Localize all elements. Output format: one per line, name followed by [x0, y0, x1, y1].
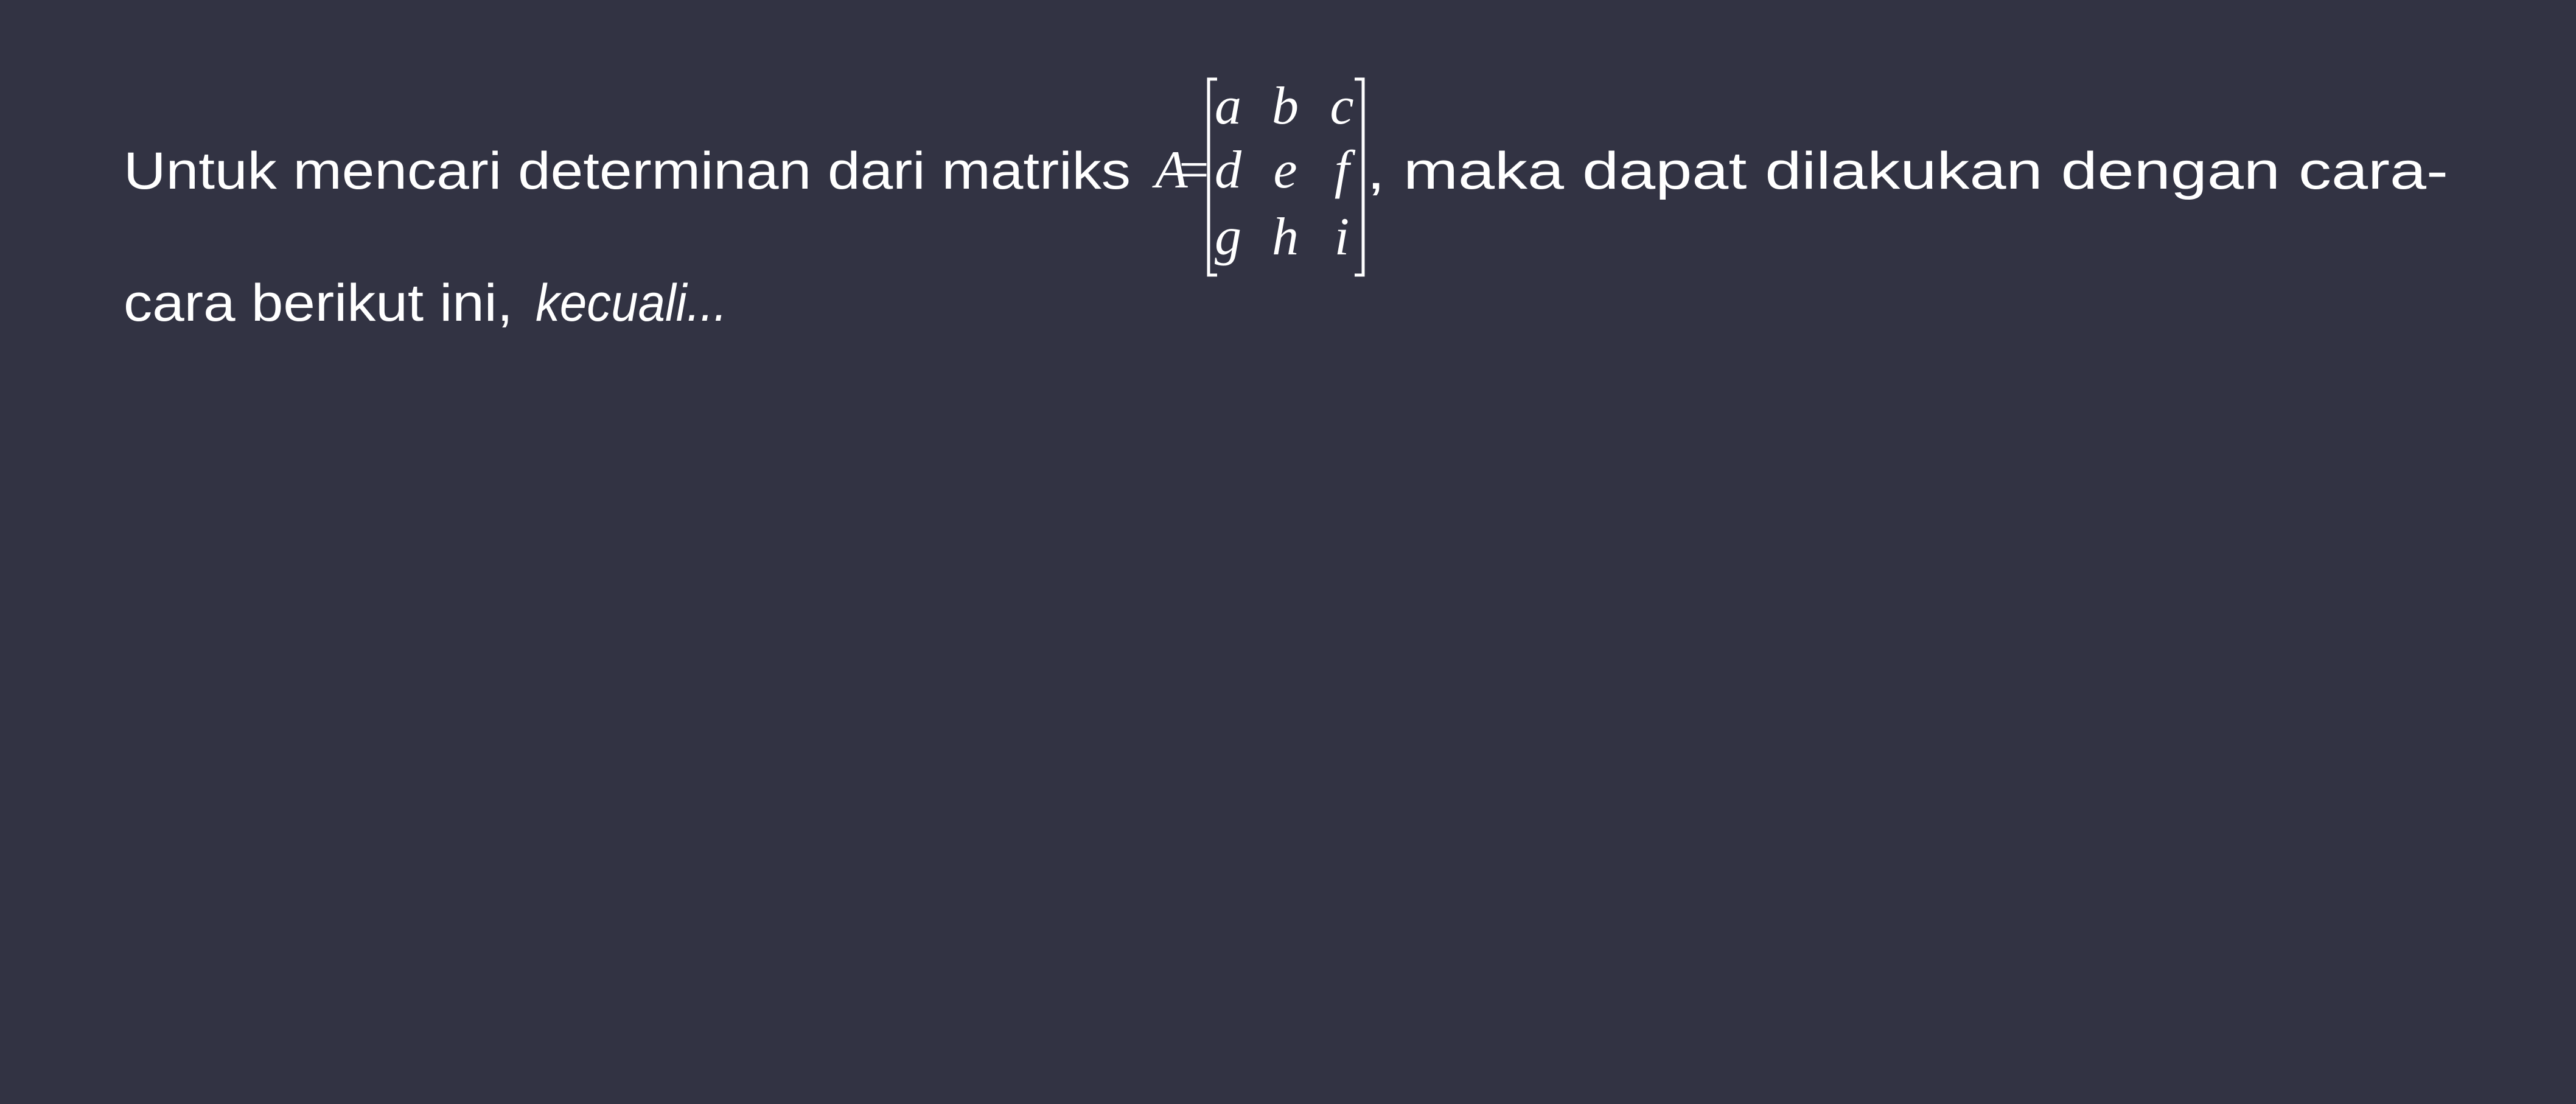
question-emphasis: kecuali...	[536, 274, 727, 332]
question-canvas: Untuk mencari determinan dari matriks A …	[0, 0, 2576, 1104]
question-text-line2: cara berikut ini,	[124, 274, 513, 332]
question-text-line1-end: , maka dapat dilakukan dengan cara-	[1367, 142, 2448, 200]
matrix-entry: a	[1215, 77, 1241, 136]
matrix-entry: b	[1272, 77, 1299, 136]
matrix-entry: g	[1215, 208, 1241, 267]
matrix-entry: c	[1330, 77, 1353, 136]
matrix-entry: h	[1272, 208, 1299, 267]
matrix-entry: d	[1215, 141, 1242, 200]
matrix-entry: e	[1273, 141, 1297, 200]
matrix-entry: i	[1335, 208, 1349, 267]
question-text-line1-start: Untuk mencari determinan dari matriks	[124, 142, 1131, 200]
matrix: a b c d e f g h i	[1207, 77, 1365, 277]
equals-sign: =	[1179, 141, 1209, 200]
